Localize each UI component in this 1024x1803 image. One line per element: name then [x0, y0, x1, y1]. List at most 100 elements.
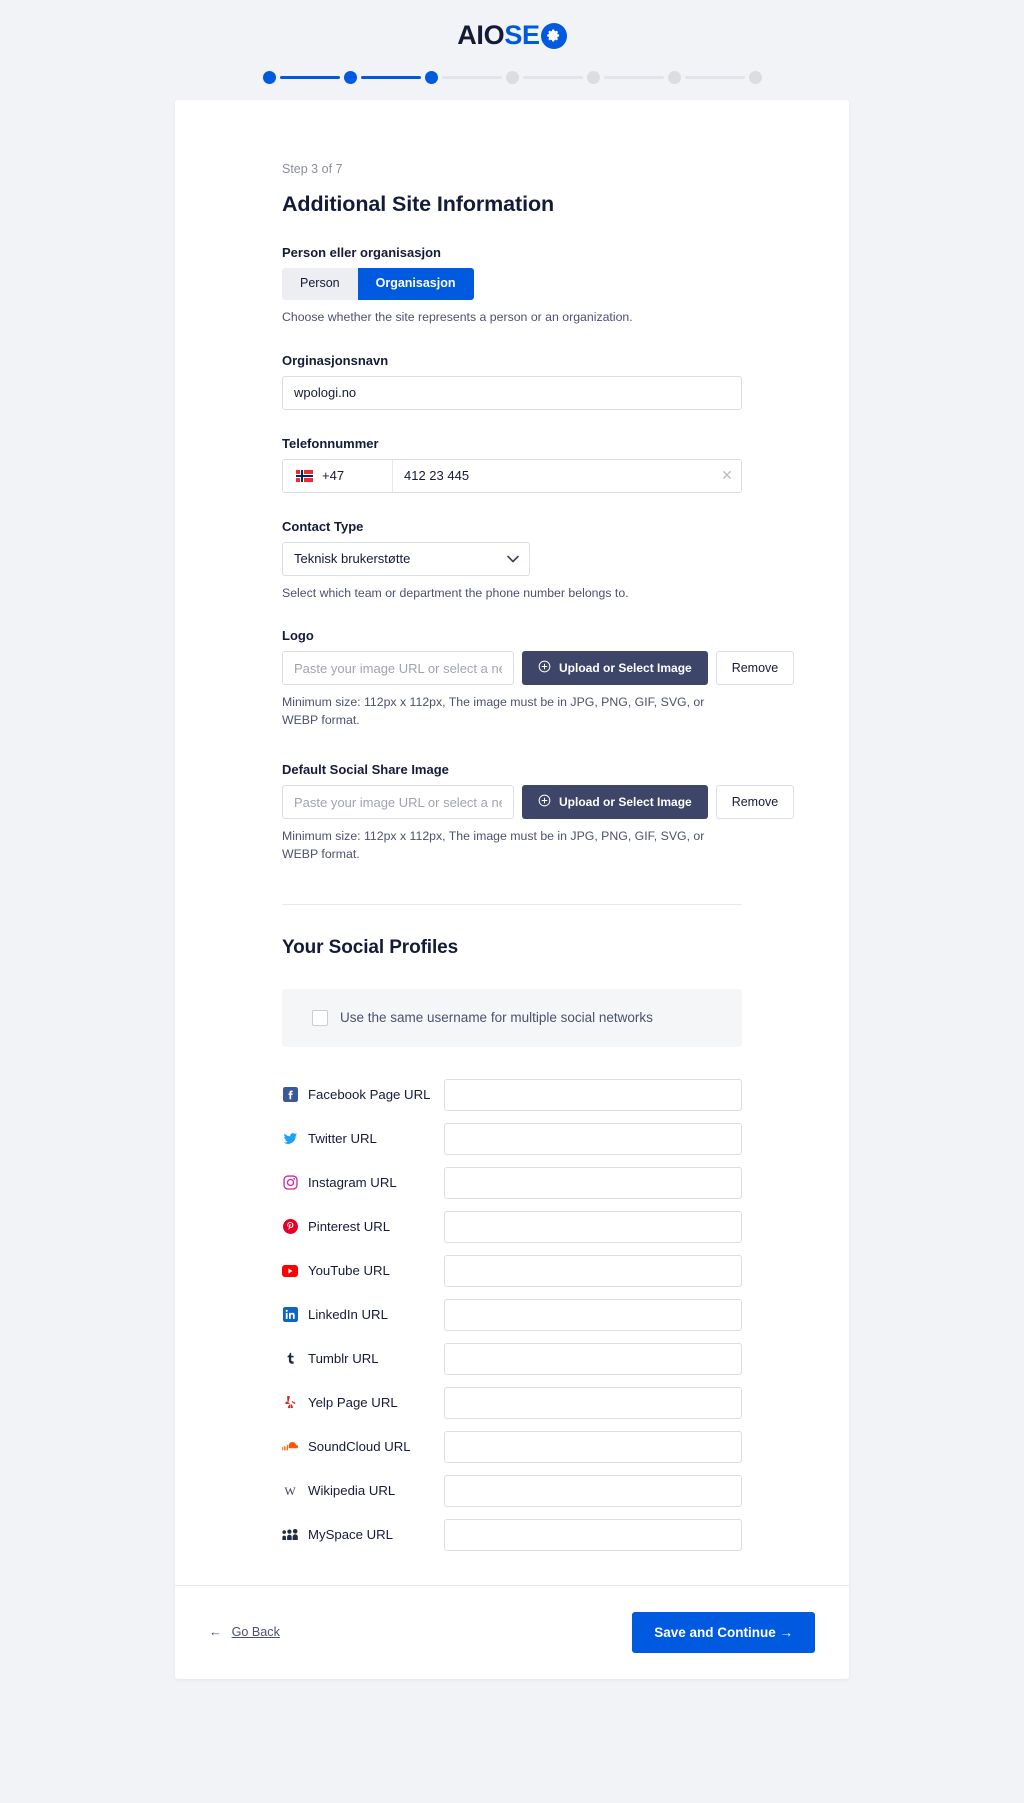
social-label-wikipedia: Wikipedia URL [308, 1483, 396, 1499]
toggle-person-button[interactable]: Person [282, 268, 358, 300]
setup-wizard-card: Step 3 of 7 Additional Site Information … [175, 100, 849, 1679]
go-back-label: Go Back [231, 1625, 280, 1640]
step-line-4 [522, 76, 583, 79]
social-row-linkedin: LinkedIn URL [282, 1298, 742, 1331]
phone-input-group[interactable]: +47 412 23 445 ✕ [282, 458, 742, 493]
contact-type-select[interactable]: Teknisk brukerstøtte [282, 541, 530, 576]
step-line-5 [603, 76, 664, 79]
facebook-icon [282, 1087, 298, 1103]
social-label-myspace: MySpace URL [308, 1527, 394, 1543]
wikipedia-url-input[interactable] [444, 1474, 742, 1507]
toggle-organisation-button[interactable]: Organisasjon [357, 268, 474, 300]
logo-help: Minimum size: 112px x 112px, The image m… [282, 695, 705, 728]
logo-text-aio: AIO [457, 20, 505, 50]
yelp-url-input[interactable] [444, 1386, 742, 1419]
svg-text:W: W [284, 1484, 296, 1498]
wikipedia-icon: W [282, 1483, 298, 1499]
instagram-url-input[interactable] [444, 1166, 742, 1199]
logo-url-input[interactable] [282, 651, 514, 686]
save-and-continue-button[interactable]: Save and Continue → [632, 1611, 815, 1653]
social-row-pinterest: Pinterest URL [282, 1210, 742, 1243]
step-dot-1[interactable] [262, 71, 276, 84]
myspace-icon [282, 1527, 298, 1543]
step-dot-7[interactable] [748, 71, 762, 84]
social-label-youtube: YouTube URL [308, 1263, 390, 1279]
page-title: Additional Site Information [282, 192, 555, 216]
person-org-help: Choose whether the site represents a per… [282, 309, 633, 324]
country-code-selector[interactable]: +47 [283, 459, 393, 492]
same-username-label: Use the same username for multiple socia… [340, 1010, 653, 1026]
social-label-pinterest: Pinterest URL [308, 1219, 391, 1235]
contact-type-value[interactable]: Teknisk brukerstøtte [282, 541, 530, 576]
logo-upload-row: Upload or Select Image Remove [282, 651, 795, 686]
pinterest-url-input[interactable] [444, 1210, 742, 1243]
twitter-icon [282, 1131, 298, 1147]
aioseo-logo: AIO SE [457, 22, 567, 49]
same-username-panel[interactable]: Use the same username for multiple socia… [282, 988, 742, 1047]
plus-circle-icon [538, 794, 551, 810]
soundcloud-url-input[interactable] [444, 1430, 742, 1463]
step-line-3 [441, 76, 502, 79]
step-dot-6[interactable] [667, 71, 681, 84]
arrow-left-icon: ← [209, 1625, 222, 1640]
social-row-soundcloud: SoundCloud URL [282, 1430, 742, 1463]
section-divider [282, 903, 742, 905]
plus-circle-icon [538, 660, 551, 676]
social-label-yelp: Yelp Page URL [308, 1395, 398, 1411]
step-dot-2[interactable] [343, 71, 357, 84]
step-dot-3[interactable] [424, 71, 438, 84]
social-label-facebook: Facebook Page URL [308, 1087, 431, 1103]
org-name-input[interactable] [282, 375, 742, 410]
tumblr-icon [282, 1351, 298, 1367]
facebook-url-input[interactable] [444, 1078, 742, 1111]
same-username-checkbox[interactable] [312, 1009, 328, 1026]
flag-norway-icon [296, 469, 313, 482]
social-row-yelp: Yelp Page URL [282, 1386, 742, 1419]
social-share-image-url-input[interactable] [282, 785, 514, 820]
tumblr-url-input[interactable] [444, 1342, 742, 1375]
youtube-url-input[interactable] [444, 1254, 742, 1287]
social-row-youtube: YouTube URL [282, 1254, 742, 1287]
logo-label: Logo [282, 628, 314, 644]
social-share-image-remove-button[interactable]: Remove [715, 785, 795, 820]
org-name-label: Orginasjonsnavn [282, 352, 389, 368]
social-row-facebook: Facebook Page URL [282, 1078, 742, 1111]
twitter-url-input[interactable] [444, 1122, 742, 1155]
phone-label: Telefonnummer [282, 435, 379, 451]
step-dot-5[interactable] [586, 71, 600, 84]
step-line-1 [279, 76, 340, 79]
go-back-link[interactable]: ← Go Back [209, 1625, 280, 1639]
person-org-toggle[interactable]: Person Organisasjon [282, 268, 474, 300]
myspace-url-input[interactable] [444, 1518, 742, 1551]
social-profiles-title: Your Social Profiles [282, 936, 459, 958]
linkedin-icon [282, 1307, 298, 1323]
country-code-value: +47 [322, 468, 345, 484]
social-share-image-upload-row: Upload or Select Image Remove [282, 785, 795, 820]
contact-type-help: Select which team or department the phon… [282, 585, 629, 600]
social-share-image-label: Default Social Share Image [282, 762, 449, 778]
step-line-6 [684, 76, 745, 79]
yelp-icon [282, 1395, 298, 1411]
phone-number-input[interactable]: 412 23 445 [393, 460, 713, 492]
social-label-twitter: Twitter URL [308, 1131, 377, 1147]
social-share-image-help: Minimum size: 112px x 112px, The image m… [282, 829, 705, 861]
logo-upload-button[interactable]: Upload or Select Image [522, 651, 708, 686]
logo-remove-button[interactable]: Remove [715, 651, 795, 686]
social-label-soundcloud: SoundCloud URL [308, 1439, 411, 1455]
contact-type-label: Contact Type [282, 518, 364, 534]
pinterest-icon [282, 1219, 298, 1235]
wizard-footer: ← Go Back Save and Continue → [175, 1584, 849, 1679]
social-label-instagram: Instagram URL [308, 1175, 397, 1191]
step-indicator-label: Step 3 of 7 [282, 162, 343, 176]
step-dot-4[interactable] [505, 71, 519, 84]
social-row-twitter: Twitter URL [282, 1122, 742, 1155]
linkedin-url-input[interactable] [444, 1298, 742, 1331]
social-share-image-upload-button[interactable]: Upload or Select Image [522, 785, 708, 820]
onboarding-stepper [0, 53, 1024, 100]
app-logo: AIO SE [0, 0, 1024, 53]
step-line-2 [360, 76, 421, 79]
social-share-image-upload-button-label: Upload or Select Image [559, 795, 692, 810]
social-label-linkedin: LinkedIn URL [308, 1307, 388, 1323]
social-row-wikipedia: W Wikipedia URL [282, 1474, 742, 1507]
close-icon[interactable]: ✕ [713, 460, 741, 492]
